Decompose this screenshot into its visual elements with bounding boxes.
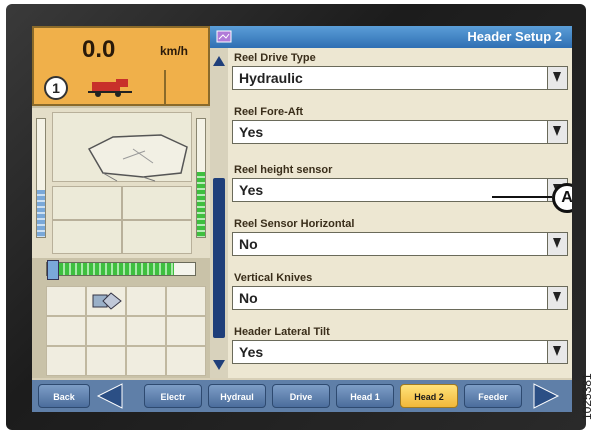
shortcut-cell[interactable] [86, 316, 126, 346]
setting-label: Reel Fore-Aft [234, 106, 304, 118]
settings-scrollbar[interactable] [210, 48, 228, 378]
right-arrow-icon[interactable] [532, 382, 560, 410]
tab-drive[interactable]: Drive [272, 384, 330, 408]
setting-dropdown[interactable]: No [232, 232, 568, 256]
setting-value: No [239, 290, 258, 306]
shortcut-cell[interactable] [126, 346, 166, 376]
page-title: Header Setup 2 [467, 29, 562, 44]
setting-label: Reel height sensor [234, 164, 333, 176]
status-cell [52, 220, 122, 254]
speed-divider [164, 70, 166, 106]
combine-diagram-cell [52, 112, 192, 182]
up-arrow-icon[interactable] [212, 54, 226, 68]
setting-value: Hydraulic [239, 70, 303, 86]
tab-head-2[interactable]: Head 2 [400, 384, 458, 408]
status-cell [122, 186, 192, 220]
gauge-marker [47, 260, 59, 280]
settings-panel: Header Setup 2 Reel Drive Type Hydraulic [210, 26, 572, 378]
right-level-gauge [196, 118, 206, 238]
shortcut-cell[interactable] [166, 316, 206, 346]
setting-reel-sensor-horizontal: Reel Sensor Horizontal No [232, 218, 568, 270]
chevron-down-icon [553, 126, 561, 136]
scroll-thumb[interactable] [213, 178, 225, 338]
callout-leader-line [492, 196, 552, 198]
dropdown-button[interactable] [547, 233, 567, 255]
setting-dropdown[interactable]: Yes [232, 340, 568, 364]
figure-id: 1025381 [580, 373, 594, 420]
combine-status-area [32, 108, 210, 258]
bottom-nav: Back Electr Hydraul Drive Head 1 Head 2 … [32, 380, 572, 412]
setting-label: Reel Sensor Horizontal [234, 218, 355, 230]
setting-vertical-knives: Vertical Knives No [232, 272, 568, 324]
tab-head-1[interactable]: Head 1 [336, 384, 394, 408]
chevron-down-icon [553, 292, 561, 302]
speed-value: 0.0 [82, 36, 116, 63]
shortcut-cell[interactable] [86, 286, 126, 316]
setting-label: Header Lateral Tilt [234, 326, 330, 338]
setting-dropdown[interactable]: No [232, 286, 568, 310]
shortcut-cell[interactable] [46, 346, 86, 376]
shortcut-grid [46, 286, 210, 378]
tab-electr[interactable]: Electr [144, 384, 202, 408]
tab-feeder[interactable]: Feeder [464, 384, 522, 408]
left-arrow-icon[interactable] [96, 382, 124, 410]
dropdown-button[interactable] [547, 67, 567, 89]
chevron-down-icon [553, 346, 561, 356]
shortcut-cell[interactable] [86, 346, 126, 376]
setting-reel-drive-type: Reel Drive Type Hydraulic [232, 52, 568, 104]
shortcut-cell[interactable] [166, 346, 206, 376]
shortcut-cell[interactable] [46, 286, 86, 316]
title-bar: Header Setup 2 [210, 26, 572, 48]
setting-value: No [239, 236, 258, 252]
page-icon [216, 30, 232, 43]
speed-unit: km/h [160, 44, 189, 58]
shortcut-cell[interactable] [126, 316, 166, 346]
combine-outline-icon [87, 134, 188, 182]
chevron-down-icon [553, 72, 561, 82]
setting-value: Yes [239, 344, 264, 360]
status-cell [122, 220, 192, 254]
status-cell [52, 186, 122, 220]
shortcut-cell[interactable] [126, 286, 166, 316]
left-level-gauge [36, 118, 46, 238]
shortcut-cell[interactable] [166, 286, 206, 316]
shortcut-cell[interactable] [46, 316, 86, 346]
dropdown-button[interactable] [547, 121, 567, 143]
back-button[interactable]: Back [38, 384, 90, 408]
setting-header-lateral-tilt: Header Lateral Tilt Yes [232, 326, 568, 378]
reel-icon [92, 292, 122, 310]
setting-reel-height-sensor: Reel height sensor Yes [232, 164, 568, 216]
gear-badge: 1 [44, 76, 68, 100]
chevron-down-icon [553, 238, 561, 248]
display-screen: 0.0 km/h 1 Header Setup 2 Reel Drive Typ… [32, 26, 572, 412]
setting-reel-fore-aft: Reel Fore-Aft Yes [232, 106, 568, 158]
dropdown-button[interactable] [547, 287, 567, 309]
setting-dropdown[interactable]: Yes [232, 178, 568, 202]
speed-panel: 0.0 km/h 1 [32, 26, 210, 106]
setting-label: Vertical Knives [234, 272, 313, 284]
setting-dropdown[interactable]: Hydraulic [232, 66, 568, 90]
down-arrow-icon[interactable] [212, 358, 226, 372]
setting-label: Reel Drive Type [234, 52, 316, 64]
dropdown-button[interactable] [547, 341, 567, 363]
setting-value: Yes [239, 124, 264, 140]
setting-dropdown[interactable]: Yes [232, 120, 568, 144]
horizontal-level-gauge [46, 260, 196, 280]
photo-background: 0.0 km/h 1 Header Setup 2 Reel Drive Typ… [0, 0, 601, 438]
tab-hydraul[interactable]: Hydraul [208, 384, 266, 408]
setting-value: Yes [239, 182, 264, 198]
status-panel: 0.0 km/h 1 [32, 26, 210, 378]
combine-harvester-icon [88, 79, 132, 97]
